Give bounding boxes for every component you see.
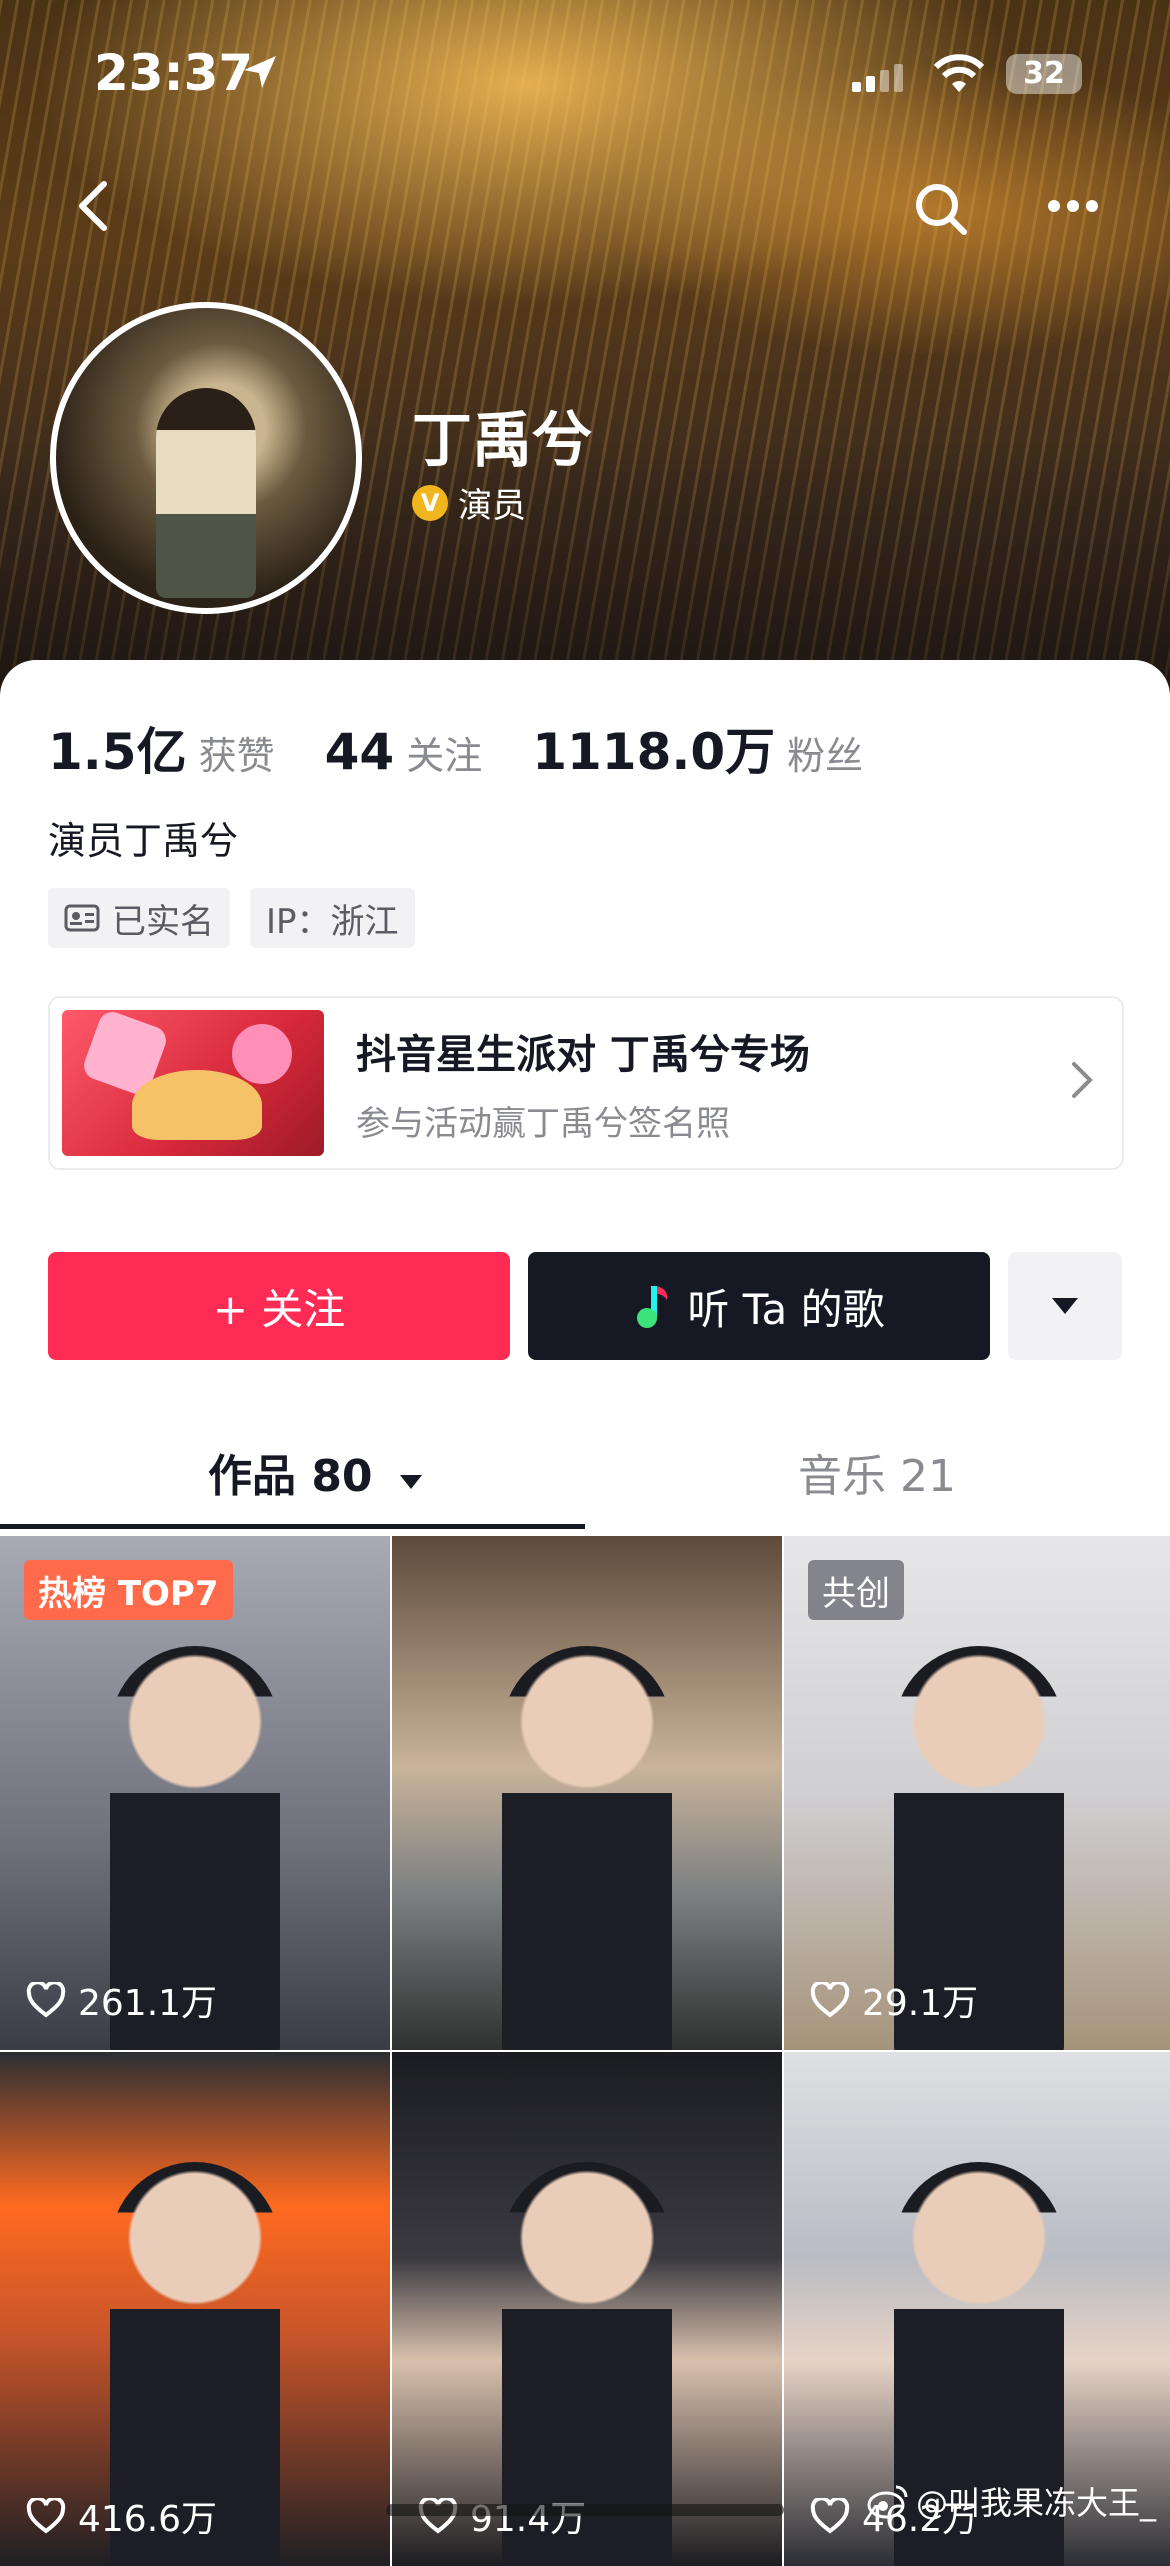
active-tab-indicator [0,1524,585,1529]
more-options-icon[interactable] [1046,198,1100,218]
more-actions-button[interactable] [1008,1252,1122,1360]
heart-icon [810,2498,850,2534]
id-card-icon [64,904,100,932]
tab-works-label: 作品 80 [208,1451,373,1502]
tag-label: IP：浙江 [266,901,399,942]
chevron-right-icon [1070,1060,1094,1104]
music-note-icon [637,1286,668,1328]
video-grid: 热榜 TOP7 261.1万 共创 29.1万 416.6万 91.4万 46.… [0,1536,1170,2566]
video-like-count: 91.4万 [470,2499,587,2540]
video-like-count: 29.1万 [862,1983,979,2024]
tab-music-label: 音乐 21 [798,1451,956,1502]
back-icon[interactable] [74,178,114,238]
tab-works[interactable]: 作品 80 [208,1440,424,1504]
status-bar: 23:37 32 [0,0,1170,150]
video-tile[interactable]: 416.6万 [0,2052,390,2566]
home-indicator [386,2504,784,2516]
video-likes: 29.1万 [810,1974,978,2026]
event-promo-card[interactable]: 抖音星生派对 丁禹兮专场 参与活动赢丁禹兮签名照 [48,996,1124,1170]
profile-stats: 1.5亿 获赞 44 关注 1118.0万 粉丝 [48,712,913,784]
heart-icon [26,2498,66,2534]
follow-button[interactable]: + 关注 [48,1252,510,1360]
event-title: 抖音星生派对 丁禹兮专场 [356,1032,810,1078]
avatar[interactable] [50,302,362,614]
stat-label: 粉丝 [787,734,864,778]
ip-location-tag: IP：浙江 [250,888,415,948]
status-time: 23:37 [94,44,254,102]
stat-label: 关注 [406,734,483,778]
caret-down-icon [1052,1298,1078,1314]
video-tile[interactable]: 热榜 TOP7 261.1万 [0,1536,390,2050]
video-like-count: 416.6万 [78,2499,218,2540]
stat-value: 1118.0万 [532,723,776,781]
event-thumbnail [62,1010,324,1156]
caret-down-icon [399,1475,422,1489]
tag-label: 已实名 [112,901,214,942]
event-subtitle: 参与活动赢丁禹兮签名照 [356,1104,730,1144]
verification-text: 演员 [458,486,526,526]
real-name-tag: 已实名 [48,888,230,948]
listen-songs-label: 听 Ta 的歌 [687,1284,885,1334]
heart-icon [810,1982,850,2018]
video-likes: 261.1万 [26,1974,217,2026]
video-likes: 91.4万 [418,2490,586,2542]
video-tile[interactable]: 91.4万 [392,2052,782,2566]
verified-badge-icon: V [412,484,448,521]
profile-bio: 演员丁禹兮 [48,819,239,863]
search-icon[interactable] [912,180,972,244]
profile-tags: 已实名 IP：浙江 [48,888,435,948]
wifi-icon [932,54,986,98]
stat-value: 1.5亿 [48,723,187,781]
heart-icon [26,1982,66,2018]
verification-label: V 演员 [412,478,526,527]
video-likes: 416.6万 [26,2490,217,2542]
profile-tabs: 作品 80 音乐 21 [0,1420,1170,1530]
watermark-text: @叫我果冻大王_ [915,2484,1156,2522]
location-arrow-icon [240,52,280,96]
stat-value: 44 [324,723,395,781]
cellular-signal-icon [852,64,908,92]
video-tile[interactable]: 共创 29.1万 [784,1536,1170,2050]
video-like-count: 261.1万 [78,1983,218,2024]
tab-music[interactable]: 音乐 21 [798,1440,956,1504]
profile-name: 丁禹兮 [412,406,592,476]
weibo-watermark: @叫我果冻大王_ [866,2478,1156,2524]
stat-likes: 1.5亿 获赞 [48,712,275,784]
listen-songs-button[interactable]: 听 Ta 的歌 [528,1252,990,1360]
profile-actions: + 关注 听 Ta 的歌 [48,1252,1122,1360]
collaboration-badge: 共创 [808,1560,904,1620]
weibo-logo-icon [867,2485,908,2519]
stat-following[interactable]: 44 关注 [325,723,483,781]
battery-indicator: 32 [1006,54,1082,94]
hot-list-badge: 热榜 TOP7 [24,1560,233,1620]
video-tile[interactable] [392,1536,782,2050]
stat-followers[interactable]: 1118.0万 粉丝 [532,712,863,784]
stat-label: 获赞 [198,734,275,778]
